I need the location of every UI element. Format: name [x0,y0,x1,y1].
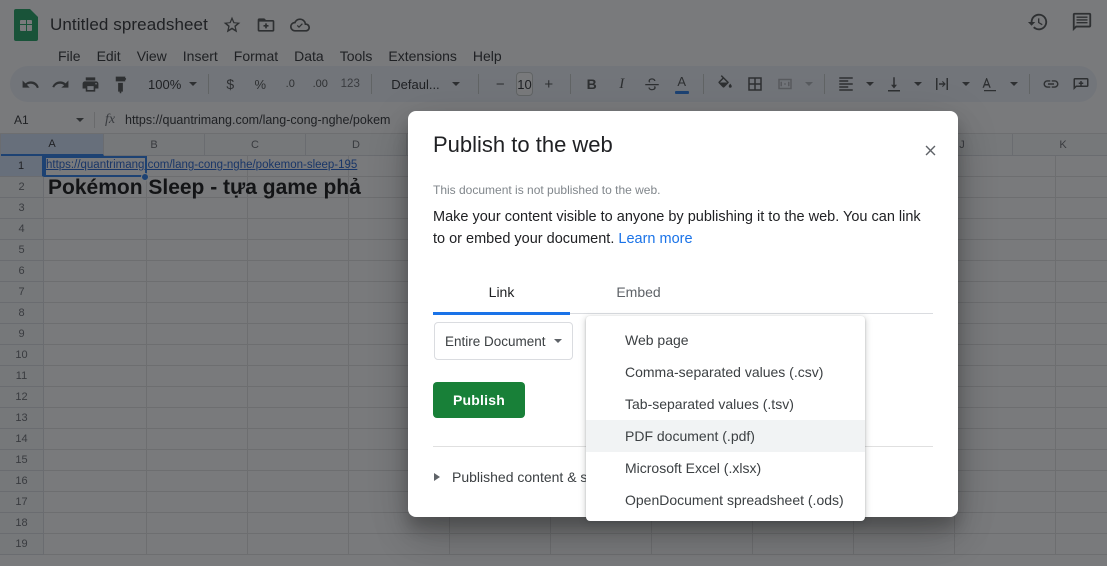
publish-scope-select[interactable]: Entire Document [434,322,573,360]
tab-link-label: Link [488,284,515,300]
dropdown-item-3[interactable]: PDF document (.pdf) [586,420,865,452]
close-icon[interactable] [916,136,944,164]
dropdown-item-4[interactable]: Microsoft Excel (.xlsx) [586,452,865,484]
tab-embed[interactable]: Embed [570,270,707,314]
triangle-right-icon [434,473,440,481]
dropdown-item-label: Web page [625,332,689,348]
dropdown-item-label: Comma-separated values (.csv) [625,364,824,380]
dropdown-item-0[interactable]: Web page [586,324,865,356]
dropdown-item-label: OpenDocument spreadsheet (.ods) [625,492,844,508]
dropdown-item-label: Microsoft Excel (.xlsx) [625,460,762,476]
tab-embed-label: Embed [616,284,661,300]
chevron-down-icon [553,339,562,343]
publish-format-dropdown: Web page Comma-separated values (.csv) Tab… [586,316,865,521]
publish-status-text: This document is not published to the we… [433,183,661,197]
dropdown-item-1[interactable]: Comma-separated values (.csv) [586,356,865,388]
learn-more-link[interactable]: Learn more [618,231,692,247]
publish-button[interactable]: Publish [433,382,525,418]
tab-link[interactable]: Link [433,270,570,315]
dropdown-item-5[interactable]: OpenDocument spreadsheet (.ods) [586,484,865,516]
dialog-description: Make your content visible to anyone by p… [433,206,931,250]
published-content-label: Published content & s [452,469,588,485]
published-content-accordion[interactable]: Published content & s [434,469,587,485]
dropdown-item-2[interactable]: Tab-separated values (.tsv) [586,388,865,420]
dropdown-item-label: Tab-separated values (.tsv) [625,396,794,412]
dialog-tabs: Link Embed [433,270,933,315]
dialog-title: Publish to the web [433,132,613,157]
app-root: Untitled spreadsheet [0,0,1107,566]
publish-scope-value: Entire Document [445,333,546,349]
dropdown-item-label: PDF document (.pdf) [625,428,755,444]
